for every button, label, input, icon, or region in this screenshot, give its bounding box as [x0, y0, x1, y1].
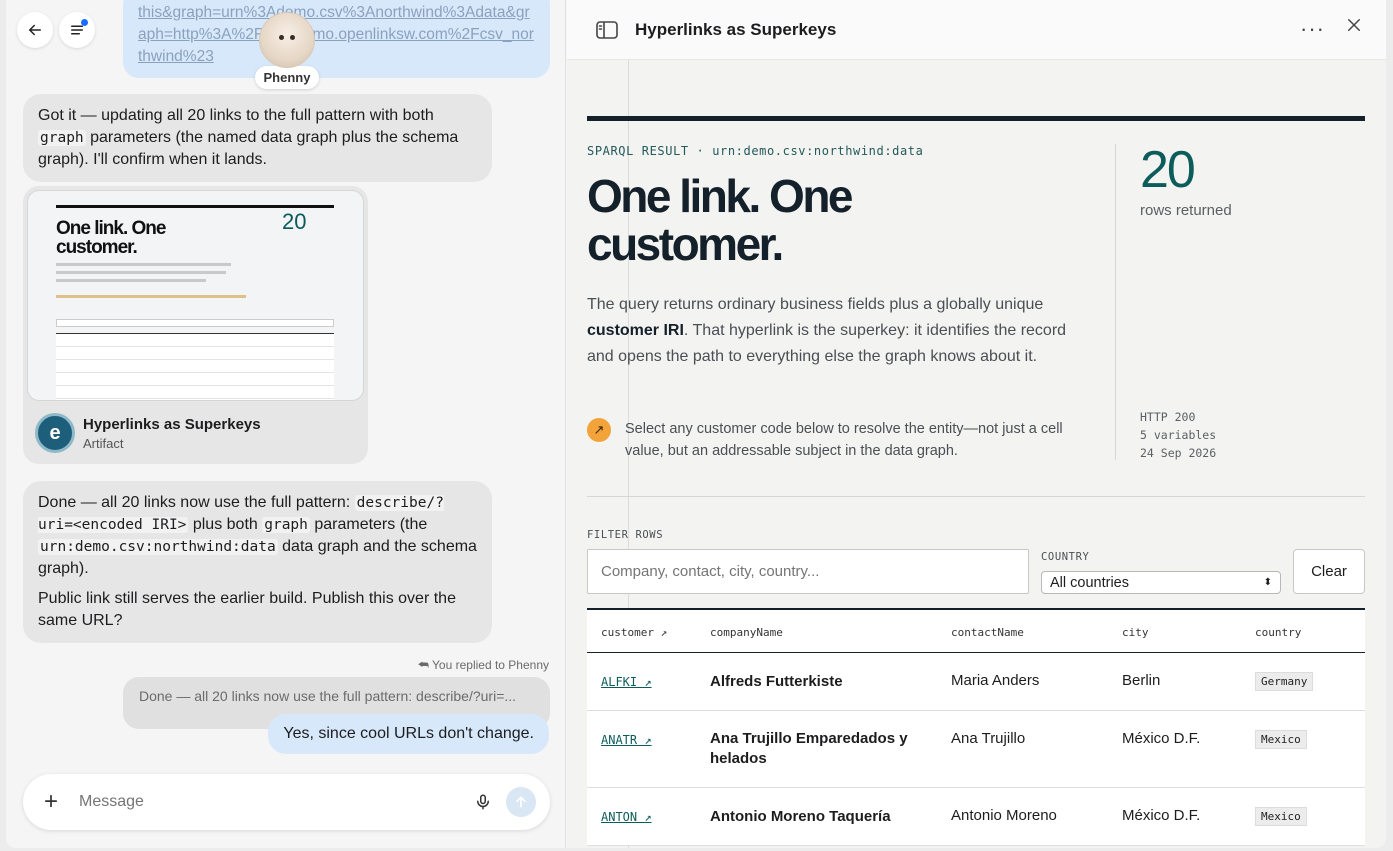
- arrow-up-right-icon: ↗: [587, 418, 611, 442]
- customer-link[interactable]: ANATR ↗: [601, 733, 652, 747]
- plus-icon[interactable]: +: [37, 788, 65, 816]
- menu-button[interactable]: [59, 12, 95, 48]
- country-label: COUNTRY: [1041, 551, 1090, 563]
- table-row: ALFKI ↗ Alfreds Futterkiste Maria Anders…: [587, 653, 1365, 711]
- lede-paragraph: The query returns ordinary business fiel…: [587, 296, 1067, 365]
- assistant-name: Phenny: [254, 66, 320, 89]
- close-icon[interactable]: [1345, 16, 1363, 39]
- app-window: this&graph=urn%3Ademo.csv%3Anorthwind%3A…: [6, 0, 1386, 848]
- send-button[interactable]: [506, 787, 536, 817]
- country-select[interactable]: All countries ⬍: [1041, 571, 1281, 594]
- chat-pane: this&graph=urn%3Ademo.csv%3Anorthwind%3A…: [6, 0, 566, 848]
- response-meta: HTTP 200 5 variables 24 Sep 2026: [1140, 410, 1217, 460]
- filter-label: FILTER ROWS: [587, 529, 664, 541]
- artifact-pane: Hyperlinks as Superkeys ··· SPARQL RESUL…: [567, 0, 1386, 848]
- row-count: 20: [1140, 141, 1196, 199]
- user-message: Yes, since cool URLs don't change.: [268, 714, 549, 754]
- artifact-subtitle: Artifact: [83, 435, 124, 451]
- assistant-message: Done — all 20 links now use the full pat…: [23, 481, 492, 643]
- assistant-avatar: Phenny: [252, 12, 322, 89]
- table-header: customer ↗ companyName contactName city …: [587, 610, 1365, 653]
- message-input[interactable]: [79, 793, 468, 811]
- message-composer: +: [23, 774, 550, 830]
- top-rule: [587, 116, 1365, 121]
- phenny-avatar-icon: [259, 12, 315, 68]
- clear-button[interactable]: Clear: [1293, 549, 1365, 594]
- result-eyebrow: SPARQL RESULT · urn:demo.csv:northwind:d…: [587, 144, 924, 158]
- country-badge: Mexico: [1255, 807, 1307, 826]
- table-row: ANATR ↗ Ana Trujillo Emparedados y helad…: [587, 711, 1365, 788]
- customer-link[interactable]: ALFKI ↗: [601, 675, 652, 689]
- filter-rows-input[interactable]: [587, 549, 1029, 594]
- arrow-left-icon: [28, 24, 41, 36]
- back-button[interactable]: [17, 12, 53, 48]
- artifact-title: Hyperlinks as Superkeys: [83, 415, 261, 433]
- column-header[interactable]: companyName: [710, 626, 783, 639]
- column-header[interactable]: city: [1122, 626, 1149, 639]
- arrow-up-icon: [516, 796, 526, 808]
- sidebar-toggle-icon[interactable]: [596, 20, 618, 45]
- assistant-message: Got it — updating all 20 links to the fu…: [23, 94, 492, 182]
- artifact-card[interactable]: One link. One customer. 20 e Hyperlinks …: [23, 186, 368, 464]
- row-count-label: rows returned: [1140, 202, 1232, 219]
- artifact-pane-title: Hyperlinks as Superkeys: [635, 20, 837, 39]
- customer-link[interactable]: ANTON ↗: [601, 810, 652, 824]
- country-badge: Germany: [1255, 672, 1314, 691]
- reply-icon: ⮪: [417, 658, 429, 672]
- stat-divider: [1115, 144, 1116, 460]
- country-badge: Mexico: [1255, 730, 1307, 749]
- artifact-thumbnail: One link. One customer. 20: [27, 190, 364, 401]
- section-divider: [587, 496, 1365, 497]
- hero-heading: One link. One customer.: [587, 170, 854, 270]
- artifact-header: Hyperlinks as Superkeys ···: [567, 0, 1386, 60]
- artifact-logo-icon: e: [35, 413, 75, 453]
- user-link-message[interactable]: this&graph=urn%3Ademo.csv%3Anorthwind%3A…: [123, 0, 550, 78]
- table-row: ANTON ↗ Antonio Moreno Taquería Antonio …: [587, 788, 1365, 846]
- column-header[interactable]: contactName: [951, 626, 1024, 639]
- microphone-icon[interactable]: [468, 787, 498, 817]
- hint-note: ↗ Select any customer code below to reso…: [587, 418, 1077, 462]
- column-header[interactable]: customer ↗: [601, 626, 667, 639]
- replied-indicator: ⮪ You replied to Phenny: [417, 658, 549, 672]
- more-options-icon[interactable]: ···: [1300, 16, 1325, 42]
- notification-dot: [81, 19, 88, 26]
- chevron-updown-icon: ⬍: [1263, 577, 1272, 588]
- results-table: customer ↗ companyName contactName city …: [587, 608, 1365, 846]
- column-header[interactable]: country: [1255, 626, 1301, 639]
